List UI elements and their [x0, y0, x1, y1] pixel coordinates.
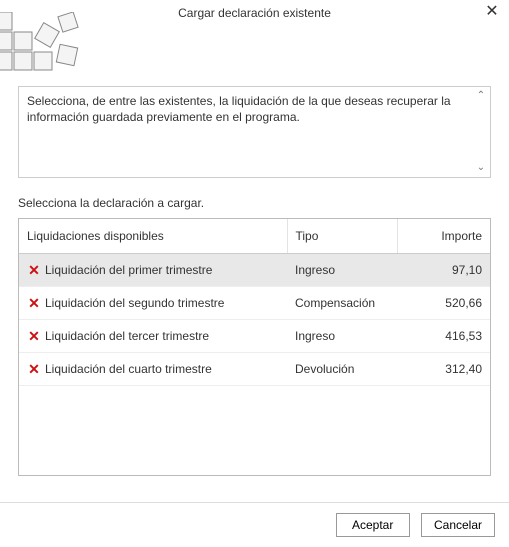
- table-row[interactable]: ✕ Liquidación del primer trimestre Ingreso…: [19, 254, 490, 287]
- delete-icon[interactable]: ✕: [27, 263, 41, 277]
- declarations-table: Liquidaciones disponibles Tipo Importe ✕…: [18, 218, 491, 476]
- close-icon[interactable]: ✕: [483, 4, 501, 22]
- delete-icon[interactable]: ✕: [27, 296, 41, 310]
- scroll-up-icon[interactable]: ⌃: [475, 90, 487, 102]
- row-name-cell[interactable]: ✕ Liquidación del segundo trimestre: [19, 287, 287, 320]
- row-name-label: Liquidación del segundo trimestre: [45, 296, 224, 310]
- scroll-down-icon[interactable]: ⌄: [475, 162, 487, 174]
- row-name-cell[interactable]: ✕ Liquidación del cuarto trimestre: [19, 353, 287, 386]
- col-header-type[interactable]: Tipo: [287, 219, 397, 254]
- row-amount-cell: 520,66: [397, 287, 490, 320]
- row-amount-cell: 312,40: [397, 353, 490, 386]
- row-name-label: Liquidación del primer trimestre: [45, 263, 212, 277]
- delete-icon[interactable]: ✕: [27, 362, 41, 376]
- row-name-cell[interactable]: ✕ Liquidación del primer trimestre: [19, 254, 287, 287]
- col-header-amount[interactable]: Importe: [397, 219, 490, 254]
- col-header-name[interactable]: Liquidaciones disponibles: [19, 219, 287, 254]
- row-amount-cell: 416,53: [397, 320, 490, 353]
- accept-button[interactable]: Aceptar: [336, 513, 410, 537]
- dialog-footer: Aceptar Cancelar: [0, 502, 509, 547]
- instructions-box: Selecciona, de entre las existentes, la …: [18, 86, 491, 178]
- table-row[interactable]: ✕ Liquidación del cuarto trimestre Devoluc…: [19, 353, 490, 386]
- instructions-text: Selecciona, de entre las existentes, la …: [27, 94, 451, 124]
- row-name-cell[interactable]: ✕ Liquidación del tercer trimestre: [19, 320, 287, 353]
- row-name-label: Liquidación del tercer trimestre: [45, 329, 209, 343]
- row-name-label: Liquidación del cuarto trimestre: [45, 362, 212, 376]
- row-type-cell: Compensación: [287, 287, 397, 320]
- dialog-title: Cargar declaración existente: [178, 6, 331, 20]
- row-type-cell: Devolución: [287, 353, 397, 386]
- table-row[interactable]: ✕ Liquidación del tercer trimestre Ingreso…: [19, 320, 490, 353]
- row-amount-cell: 97,10: [397, 254, 490, 287]
- row-type-cell: Ingreso: [287, 320, 397, 353]
- header-decoration: [0, 24, 509, 80]
- selection-prompt: Selecciona la declaración a cargar.: [18, 196, 491, 210]
- table-header-row: Liquidaciones disponibles Tipo Importe: [19, 219, 490, 254]
- cancel-button[interactable]: Cancelar: [421, 513, 495, 537]
- row-type-cell: Ingreso: [287, 254, 397, 287]
- delete-icon[interactable]: ✕: [27, 329, 41, 343]
- table-row[interactable]: ✕ Liquidación del segundo trimestre Compen…: [19, 287, 490, 320]
